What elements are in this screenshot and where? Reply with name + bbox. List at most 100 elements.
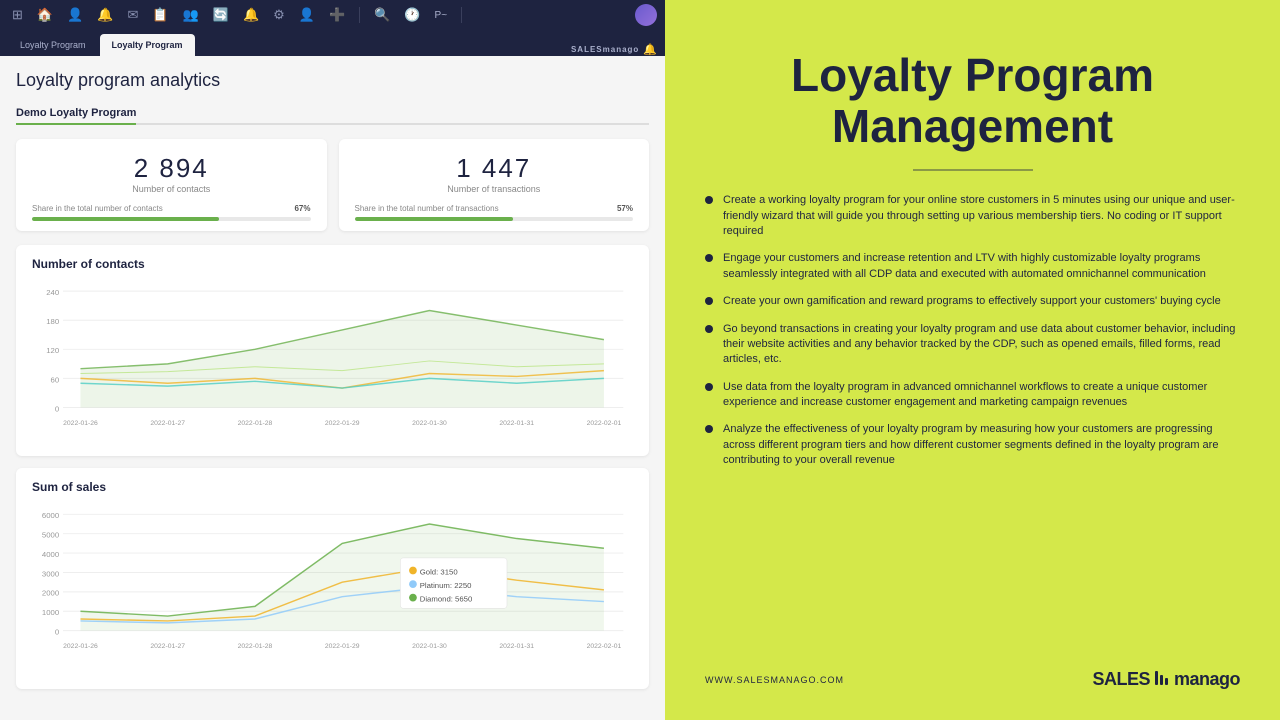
notifications-icon[interactable]: 🔔 — [93, 5, 117, 25]
contacts-chart-title: Number of contacts — [32, 257, 633, 271]
home-icon[interactable]: 🏠 — [33, 5, 57, 25]
tabs-bar: Loyalty Program Loyalty Program SALESman… — [0, 30, 665, 56]
top-nav: ⊞ 🏠 👤 🔔 ✉ 📋 👥 🔄 🔔 ⚙ 👤 ➕ 🔍 🕐 P~ — [0, 0, 665, 30]
promo-divider — [913, 169, 1033, 171]
contacts-share-label: Share in the total number of contacts — [32, 204, 163, 213]
email-icon[interactable]: ✉ — [123, 5, 142, 25]
list-item: Use data from the loyalty program in adv… — [705, 380, 1240, 411]
search-bar-area: SALESmanago 🔔 — [571, 43, 657, 56]
svg-text:1000: 1000 — [42, 608, 59, 617]
tasks-icon[interactable]: 📋 — [148, 5, 172, 25]
bullet-text-2: Engage your customers and increase reten… — [723, 251, 1240, 282]
bullet-text-4: Go beyond transactions in creating your … — [723, 322, 1240, 368]
bullet-text-1: Create a working loyalty program for you… — [723, 193, 1240, 239]
bell-icon[interactable]: 🔔 — [239, 5, 263, 25]
contacts-bar-bg — [32, 217, 311, 221]
svg-text:2022-01-30: 2022-01-30 — [412, 420, 447, 427]
svg-text:2022-02-01: 2022-02-01 — [587, 643, 622, 650]
sub-tab-demo[interactable]: Demo Loyalty Program — [16, 103, 136, 125]
bullet-text-3: Create your own gamification and reward … — [723, 294, 1221, 309]
svg-text:2022-01-31: 2022-01-31 — [499, 420, 534, 427]
logo-bar-1 — [1155, 671, 1158, 685]
logo-bars — [1155, 671, 1168, 685]
bullet-dot — [705, 325, 713, 333]
svg-text:120: 120 — [46, 346, 59, 355]
transactions-share-label: Share in the total number of transaction… — [355, 204, 499, 213]
list-item: Create your own gamification and reward … — [705, 294, 1240, 309]
tab-loyalty-program-2[interactable]: Loyalty Program — [100, 34, 195, 56]
tab-label-2: Loyalty Program — [112, 40, 183, 50]
footer-url: WWW.SALESMANAGO.COM — [705, 675, 844, 685]
list-item: Create a working loyalty program for you… — [705, 193, 1240, 239]
avatar[interactable] — [635, 4, 657, 26]
svg-text:Platinum: 2250: Platinum: 2250 — [420, 581, 472, 590]
grid-icon[interactable]: ⊞ — [8, 5, 27, 25]
sub-tabs: Demo Loyalty Program — [16, 103, 649, 125]
bullet-text-6: Analyze the effectiveness of your loyalt… — [723, 422, 1240, 468]
plus-icon[interactable]: ➕ — [325, 5, 349, 25]
svg-text:60: 60 — [51, 375, 60, 384]
transactions-number: 1 447 — [355, 153, 634, 184]
list-item: Engage your customers and increase reten… — [705, 251, 1240, 282]
svg-text:Gold: 3150: Gold: 3150 — [420, 567, 458, 576]
tab-loyalty-program-1[interactable]: Loyalty Program — [8, 34, 98, 56]
svg-text:6000: 6000 — [42, 511, 59, 520]
svg-text:2022-01-30: 2022-01-30 — [412, 643, 447, 650]
svg-text:0: 0 — [55, 627, 59, 636]
right-panel: Loyalty Program Management Create a work… — [665, 0, 1280, 720]
svg-text:Diamond: 5650: Diamond: 5650 — [420, 595, 473, 604]
svg-text:0: 0 — [55, 404, 59, 413]
account-icon[interactable]: 👤 — [295, 5, 319, 25]
left-panel: ⊞ 🏠 👤 🔔 ✉ 📋 👥 🔄 🔔 ⚙ 👤 ➕ 🔍 🕐 P~ Loyalty P… — [0, 0, 665, 720]
svg-text:180: 180 — [46, 317, 59, 326]
contacts-chart-svg: 240 180 120 60 0 2022-01-26 2022-01-27 2… — [32, 279, 633, 439]
nav-divider — [359, 7, 360, 23]
stat-card-contacts: 2 894 Number of contacts Share in the to… — [16, 139, 327, 231]
right-footer: WWW.SALESMANAGO.COM SALES manago — [705, 669, 1240, 690]
svg-text:4000: 4000 — [42, 550, 59, 559]
bullet-text-5: Use data from the loyalty program in adv… — [723, 380, 1240, 411]
svg-text:3000: 3000 — [42, 569, 59, 578]
svg-text:240: 240 — [46, 288, 59, 297]
svg-text:2022-01-28: 2022-01-28 — [238, 420, 273, 427]
svg-text:2022-01-27: 2022-01-27 — [150, 643, 185, 650]
salesmanago-logo-nav: SALESmanago — [571, 45, 639, 54]
bullet-dot — [705, 425, 713, 433]
search-icon[interactable]: 🔍 — [370, 5, 394, 25]
transactions-bar-bg — [355, 217, 634, 221]
alert-icon[interactable]: 🔔 — [643, 43, 657, 56]
svg-text:2022-01-26: 2022-01-26 — [63, 420, 98, 427]
sales-chart-section: Sum of sales 6000 5000 4000 3000 2000 10… — [16, 468, 649, 689]
svg-text:5000: 5000 — [42, 531, 59, 540]
users-icon[interactable]: 👥 — [179, 5, 203, 25]
bullet-dot — [705, 297, 713, 305]
svg-text:2022-01-29: 2022-01-29 — [325, 420, 360, 427]
transactions-bar-fill — [355, 217, 514, 221]
promo-bullets: Create a working loyalty program for you… — [705, 193, 1240, 468]
sales-chart-svg: 6000 5000 4000 3000 2000 1000 0 2022-01-… — [32, 502, 633, 672]
nav-divider-2 — [461, 7, 462, 23]
contacts-icon[interactable]: 👤 — [63, 5, 87, 25]
contacts-chart-section: Number of contacts 240 180 120 60 0 2022… — [16, 245, 649, 456]
bullet-dot — [705, 196, 713, 204]
contacts-percent: 67% — [294, 204, 310, 213]
tab-label-1: Loyalty Program — [20, 40, 86, 50]
logo-bar-2 — [1160, 675, 1163, 685]
user-profile-icon[interactable]: P~ — [431, 8, 452, 23]
svg-text:2022-01-27: 2022-01-27 — [150, 420, 185, 427]
list-item: Analyze the effectiveness of your loyalt… — [705, 422, 1240, 468]
page-title: Loyalty program analytics — [16, 70, 649, 91]
svg-text:2000: 2000 — [42, 589, 59, 598]
contacts-number: 2 894 — [32, 153, 311, 184]
settings-icon[interactable]: ⚙ — [269, 5, 289, 25]
transactions-label: Number of transactions — [355, 184, 634, 194]
bullet-dot — [705, 254, 713, 262]
sync-icon[interactable]: 🔄 — [209, 5, 233, 25]
svg-text:2022-01-31: 2022-01-31 — [499, 643, 534, 650]
clock-icon[interactable]: 🕐 — [400, 5, 424, 25]
svg-text:2022-02-01: 2022-02-01 — [587, 420, 622, 427]
content-area: Loyalty program analytics Demo Loyalty P… — [0, 56, 665, 720]
svg-text:2022-01-29: 2022-01-29 — [325, 643, 360, 650]
list-item: Go beyond transactions in creating your … — [705, 322, 1240, 368]
promo-title: Loyalty Program Management — [705, 50, 1240, 151]
